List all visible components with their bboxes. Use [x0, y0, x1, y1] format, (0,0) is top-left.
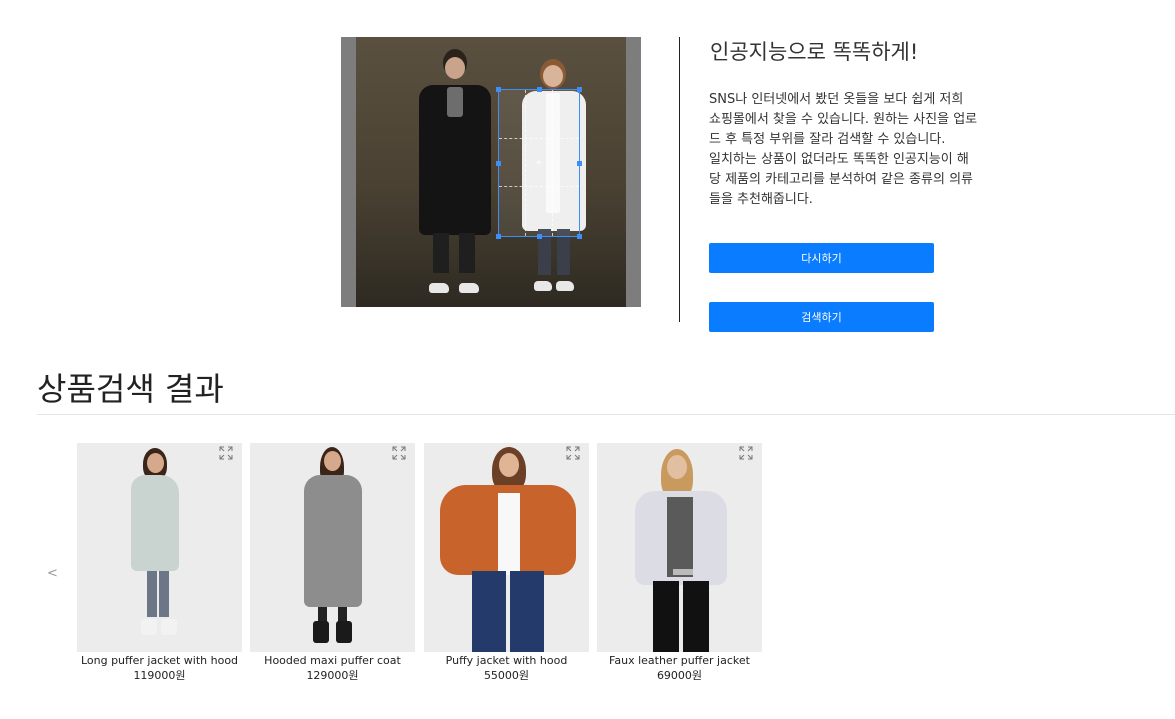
crop-center-icon: + — [535, 158, 543, 168]
expand-icon[interactable] — [392, 446, 406, 460]
product-image[interactable] — [77, 443, 242, 652]
crop-handle-s[interactable] — [537, 234, 542, 239]
intro-title: 인공지능으로 똑똑하게! — [710, 40, 919, 64]
crop-handle-sw[interactable] — [496, 234, 501, 239]
product-card[interactable]: Puffy jacket with hood 55000원 — [424, 443, 589, 684]
product-price: 69000원 — [656, 669, 703, 682]
crop-handle-e[interactable] — [577, 161, 582, 166]
photo-person-left — [411, 47, 501, 297]
crop-handle-se[interactable] — [577, 234, 582, 239]
product-image[interactable] — [424, 443, 589, 652]
product-name[interactable]: Faux leather puffer jacket — [597, 654, 762, 668]
crop-preview: + — [341, 37, 641, 307]
search-button[interactable]: 검색하기 — [709, 302, 934, 332]
intro-paragraph-1: SNS나 인터넷에서 봤던 옷들을 보다 쉽게 저희 쇼핑몰에서 찾을 수 있습… — [709, 92, 978, 147]
crop-handle-w[interactable] — [496, 161, 501, 166]
product-name[interactable]: Long puffer jacket with hood — [77, 654, 242, 668]
product-name[interactable]: Puffy jacket with hood — [424, 654, 589, 668]
product-card[interactable]: Faux leather puffer jacket 69000원 — [597, 443, 762, 684]
product-card[interactable]: Long puffer jacket with hood 119000원 — [77, 443, 242, 684]
crop-handle-nw[interactable] — [496, 87, 501, 92]
product-price: 129000원 — [306, 669, 359, 682]
results-divider — [37, 414, 1175, 415]
product-price: 119000원 — [133, 669, 186, 682]
intro-paragraph-2: 일치하는 상품이 없더라도 똑똑한 인공지능이 해당 제품의 카테고리를 분석하… — [709, 152, 973, 207]
product-image[interactable] — [597, 443, 762, 652]
crop-handle-ne[interactable] — [577, 87, 582, 92]
vertical-divider — [679, 37, 680, 322]
image-search-page: + 인공지능으로 똑똑하게! SNS나 인터넷에서 봤던 옷들을 보다 쉽게 저… — [0, 0, 1175, 719]
crop-selection-box[interactable]: + — [496, 87, 582, 239]
product-price: 55000원 — [483, 669, 530, 682]
expand-icon[interactable] — [219, 446, 233, 460]
product-image[interactable] — [250, 443, 415, 652]
expand-icon[interactable] — [566, 446, 580, 460]
expand-icon[interactable] — [739, 446, 753, 460]
crop-handle-n[interactable] — [537, 87, 542, 92]
uploaded-photo — [356, 37, 626, 307]
product-name[interactable]: Hooded maxi puffer coat — [250, 654, 415, 668]
carousel-prev-button[interactable]: < — [47, 566, 58, 581]
retry-button[interactable]: 다시하기 — [709, 243, 934, 273]
intro-description: SNS나 인터넷에서 봤던 옷들을 보다 쉽게 저희 쇼핑몰에서 찾을 수 있습… — [709, 90, 979, 210]
product-card[interactable]: Hooded maxi puffer coat 129000원 — [250, 443, 415, 684]
results-title: 상품검색 결과 — [37, 370, 224, 408]
